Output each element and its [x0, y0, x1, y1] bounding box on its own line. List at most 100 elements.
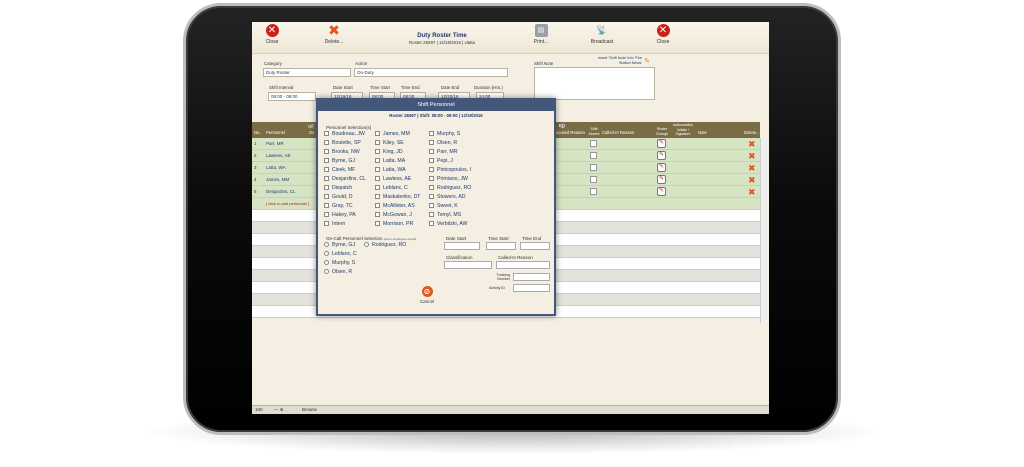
personnel-name: Maskalenko, DT [383, 194, 421, 200]
insert-note-link[interactable]: Insert 'Shift Note' into 'Fire Station N… [592, 56, 642, 65]
personnel-checkbox[interactable]: Byrne, GJ [324, 158, 355, 165]
roster-change-icon[interactable]: ✎ [657, 163, 666, 172]
status-bar: 100 — ⊕ Browse [252, 405, 769, 414]
broadcast-button[interactable]: 📡 Broadcast [580, 24, 624, 45]
zoom-level[interactable]: 100 [255, 407, 263, 412]
personnel-checkbox[interactable]: Primiano, JW [429, 176, 468, 183]
personnel-name: Intern [332, 221, 346, 227]
personnel-name: Cisek, MF [332, 167, 356, 173]
personnel-checkbox[interactable]: Boudreau, JW [324, 131, 365, 138]
duration-label: Duration (Hrs.) [474, 85, 503, 90]
personnel-checkbox[interactable]: Hakey, PA [324, 212, 356, 219]
roster-change-icon[interactable]: ✎ [657, 151, 666, 160]
personnel-checkbox[interactable]: Tomyl, MS [429, 212, 461, 219]
oncall-radio[interactable]: Murphy, S [324, 260, 355, 267]
personnel-checkbox[interactable]: Latta, WA [375, 167, 406, 174]
personnel-checkbox[interactable]: McAllister, AS [375, 203, 415, 210]
mode-indicator[interactable]: Browse [302, 407, 317, 412]
add-personnel-link[interactable]: [ click to add personnel ] [266, 201, 309, 206]
checkbox-icon [324, 131, 329, 136]
personnel-checkbox[interactable]: Intern [324, 221, 345, 228]
roster-change-icon[interactable]: ✎ [657, 175, 666, 184]
personnel-checkbox[interactable]: James, MM [375, 131, 410, 138]
personnel-checkbox[interactable]: Murphy, S [429, 131, 460, 138]
zoom-controls[interactable]: — ⊕ [274, 407, 284, 413]
personnel-checkbox[interactable]: Gould, D [324, 194, 352, 201]
personnel-checkbox[interactable]: Parr, MR [429, 149, 457, 156]
personnel-name: Latta, MA [383, 158, 406, 164]
personnel-checkbox[interactable]: Verbitzki, AW [429, 221, 467, 228]
personnel-checkbox[interactable]: Lawless, AE [375, 176, 411, 183]
delete-row-icon[interactable]: ✖ [748, 175, 756, 185]
shift-absent-checkbox[interactable] [590, 176, 597, 183]
grid-scrollbar[interactable] [760, 138, 768, 323]
delete-row-icon[interactable]: ✖ [748, 187, 756, 197]
personnel-checkbox[interactable]: Desjardins, CL [324, 176, 366, 183]
dialog-date-start-field[interactable] [444, 242, 480, 250]
checkbox-icon [324, 194, 329, 199]
cancel-button[interactable]: ⊘ Cancel [412, 286, 442, 304]
personnel-checkbox[interactable]: McGowan, J [375, 212, 412, 219]
tracking-field[interactable] [513, 273, 550, 281]
toolbar: ✕ Close ✖ Delete... Duty Roster Time Ros… [252, 22, 769, 54]
col-called-in-reason: Called-In Reason [602, 130, 635, 135]
shift-note-field[interactable] [534, 67, 655, 100]
personnel-checkbox[interactable]: Dispatch [324, 185, 352, 192]
personnel-checkbox[interactable]: Pintcopoulos, I [429, 167, 471, 174]
personnel-name: Desjardins, CL [332, 176, 367, 182]
shift-absent-checkbox[interactable] [590, 188, 597, 195]
oncall-radio[interactable]: Olsen, R [324, 269, 352, 276]
personnel-name: Kiley, SE [383, 140, 404, 146]
delete-row-icon[interactable]: ✖ [748, 151, 756, 161]
oncall-name: Rodriguez, RO [372, 242, 407, 248]
roster-change-icon[interactable]: ✎ [657, 187, 666, 196]
personnel-checkbox[interactable]: Gray, TC [324, 203, 353, 210]
personnel-checkbox[interactable]: Olsen, R [429, 140, 457, 147]
pencil-icon[interactable]: ✎ [644, 57, 650, 65]
personnel-checkbox[interactable]: King, JD [375, 149, 403, 156]
personnel-checkbox[interactable]: Boulette, SP [324, 140, 361, 147]
action-field[interactable]: On-Duty [354, 68, 508, 77]
personnel-checkbox[interactable]: Rodriguez, RO [429, 185, 471, 192]
delete-row-icon[interactable]: ✖ [748, 139, 756, 149]
personnel-checkbox[interactable]: Cisek, MF [324, 167, 355, 174]
roster-change-icon[interactable]: ✎ [657, 139, 666, 148]
delete-row-icon[interactable]: ✖ [748, 163, 756, 173]
shift-interval-field[interactable]: 08:00 - 08:00 [268, 92, 316, 101]
shift-absent-checkbox[interactable] [590, 140, 597, 147]
personnel-checkbox[interactable]: Morrison, PR [375, 221, 413, 228]
shift-note-label: Shift Note [534, 61, 554, 66]
dialog-time-end-field[interactable] [520, 242, 550, 250]
personnel-name: Verbitzki, AW [437, 221, 468, 227]
delete-button[interactable]: ✖ Delete... [312, 23, 356, 45]
dialog-time-start-field[interactable] [486, 242, 516, 250]
checkbox-icon [375, 212, 380, 217]
personnel-checkbox[interactable]: Stowers, AD [429, 194, 466, 201]
activity-field[interactable] [513, 284, 550, 292]
col-authorization: Authorization Initials / Signature [672, 123, 694, 137]
shift-absent-checkbox[interactable] [590, 164, 597, 171]
shift-absent-checkbox[interactable] [590, 152, 597, 159]
time-end-label: Time End [401, 85, 420, 90]
classification-select[interactable] [444, 261, 492, 269]
close-label: Close [265, 39, 279, 45]
personnel-checkbox[interactable]: Leblanc, C [375, 185, 408, 192]
calledin-select[interactable] [496, 261, 550, 269]
category-field[interactable]: Duty Roster [263, 68, 351, 77]
oncall-radio[interactable]: Rodriguez, RO [364, 242, 406, 249]
close-button-left[interactable]: ✕ Close [252, 24, 294, 45]
oncall-radio[interactable]: Leblanc, C [324, 251, 357, 258]
personnel-checkbox[interactable]: Sweet, K [429, 203, 458, 210]
personnel-checkbox[interactable]: Maskalenko, DT [375, 194, 420, 201]
personnel-name: Murphy, S [437, 131, 461, 137]
radio-icon [324, 269, 329, 274]
personnel-checkbox[interactable]: Brooks, NW [324, 149, 360, 156]
personnel-checkbox[interactable]: Latta, MA [375, 158, 405, 165]
personnel-checkbox[interactable]: Kiley, SE [375, 140, 404, 147]
print-button[interactable]: ▤ Print... [519, 24, 563, 45]
oncall-radio[interactable]: Byrne, GJ [324, 242, 355, 249]
personnel-checkbox[interactable]: Pepi, J [429, 158, 453, 165]
broadcast-label: Broadcast [590, 39, 614, 45]
personnel-name: McAllister, AS [383, 203, 415, 209]
close-button-right[interactable]: ✕ Close [641, 24, 685, 45]
